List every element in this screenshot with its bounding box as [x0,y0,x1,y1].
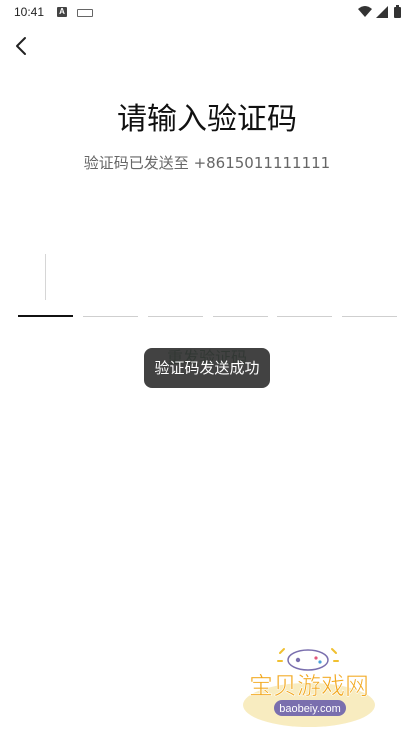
code-box-2[interactable] [83,250,138,317]
page-title: 请输入验证码 [117,102,297,137]
signal-icon [376,6,388,18]
status-time: 10:41 [14,5,45,19]
code-box-1[interactable] [18,250,73,317]
text-cursor [45,254,46,300]
subtitle-phone-sent: 验证码已发送至 +8615011111111 [83,154,331,172]
battery-icon [394,5,401,18]
watermark-url: baobeiy.com [279,703,341,715]
watermark-logo: 宝贝游戏网 baobeiy.com [238,645,380,733]
chevron-left-icon [16,37,26,55]
verification-code-input[interactable] [18,250,398,318]
gamepad-icon [277,648,339,671]
code-box-5[interactable] [277,250,332,317]
back-button[interactable] [10,34,34,58]
wifi-icon [358,6,372,17]
code-box-3[interactable] [148,250,203,317]
keyboard-icon [77,9,93,17]
code-box-4[interactable] [213,250,268,317]
status-right-icons [356,4,406,20]
code-box-6[interactable] [342,250,397,317]
toast-message: 验证码发送成功 [144,348,270,388]
watermark-text: 宝贝游戏网 [249,672,369,700]
status-bar: 10:41 A [0,0,414,24]
app-a-icon: A [57,7,67,17]
